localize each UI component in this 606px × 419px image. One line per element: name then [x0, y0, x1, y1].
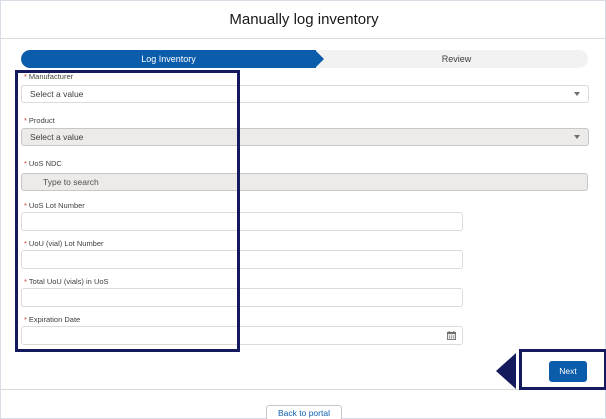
header-divider: [1, 38, 606, 39]
progress-path: Log Inventory Review: [21, 50, 588, 68]
chevron-down-icon: [574, 135, 580, 139]
footer-divider: [1, 389, 606, 390]
log-inventory-modal: Manually log inventory Log Inventory Rev…: [0, 0, 606, 419]
back-to-portal-button[interactable]: Back to portal: [266, 405, 342, 419]
path-step-review[interactable]: Review: [325, 53, 588, 65]
next-button[interactable]: Next: [549, 361, 587, 382]
chevron-down-icon: [574, 92, 580, 96]
annotation-arrow-icon: [496, 353, 516, 389]
annotation-highlight-box: [15, 70, 240, 352]
modal-title: Manually log inventory: [229, 11, 379, 28]
path-step-log-inventory[interactable]: Log Inventory: [21, 53, 316, 65]
path-step-chevron: [315, 50, 324, 68]
calendar-icon[interactable]: [447, 331, 456, 340]
